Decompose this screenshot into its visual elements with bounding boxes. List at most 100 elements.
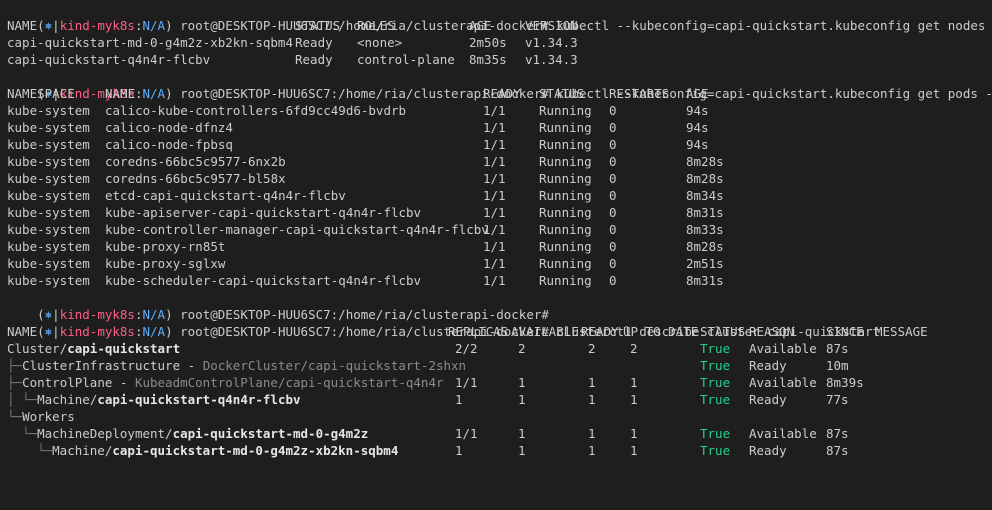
ready-cell: 1 (588, 426, 596, 441)
prompt-close: ) (165, 18, 173, 33)
pod-age: 8m28s (686, 154, 724, 169)
available-cell: 2 (518, 341, 526, 356)
available-cell: 1 (518, 392, 526, 407)
uptodate-cell: 1 (630, 426, 638, 441)
prompt-context: kind-myk8s (59, 18, 135, 33)
pod-name: calico-node-fpbsq (105, 137, 233, 152)
terminal-window[interactable]: (⎈|kind-myk8s:N/A) root@DESKTOP-HUU6SC7:… (0, 0, 992, 462)
pod-name: kube-proxy-sglxw (105, 256, 226, 271)
pod-ready: 1/1 (483, 188, 506, 203)
pod-age: 8m34s (686, 188, 724, 203)
pod-age: 8m28s (686, 171, 724, 186)
prompt-line: (⎈|kind-myk8s:N/A) root@DESKTOP-HUU6SC7:… (7, 306, 880, 339)
pod-status: Running (539, 222, 592, 237)
reason-cell: Available (749, 375, 817, 390)
tree-connector: └─ (7, 426, 38, 441)
pod-namespace: kube-system (7, 256, 90, 271)
col-header: ROLES (357, 18, 395, 33)
since-cell: 87s (826, 443, 849, 458)
resource-name-cell: │ └─Machine/capi-quickstart-q4n4r-flcbv (7, 391, 301, 408)
pod-status: Running (539, 188, 592, 203)
since-cell: 10m (826, 358, 849, 373)
prompt-namespace: N/A (142, 324, 166, 339)
pod-ready: 1/1 (483, 222, 506, 237)
reason-cell: Ready (749, 443, 787, 458)
ready-cell: 1 (588, 443, 596, 458)
pod-ready: 1/1 (483, 137, 506, 152)
table-row: capi-quickstart-q4n4r-flcbv Ready contro… (7, 51, 578, 68)
resource-name: capi-quickstart-md-0-g4m2z (172, 426, 369, 441)
pod-restarts: 0 (609, 137, 617, 152)
col-header: READY (581, 324, 619, 339)
resource-name-cell: └─MachineDeployment/capi-quickstart-md-0… (7, 425, 368, 442)
node-status: Ready (295, 52, 333, 67)
replicas-cell: 1 (455, 443, 463, 458)
resource-name-cell: Cluster/capi-quickstart (7, 340, 180, 357)
resource-kind: Workers (22, 409, 75, 424)
prompt-sep: | (52, 18, 60, 33)
resource-kind: MachineDeployment/ (37, 426, 173, 441)
pod-status: Running (539, 154, 592, 169)
col-header: NAME (7, 18, 38, 33)
ready-cell: 1 (588, 392, 596, 407)
pod-status: Running (539, 256, 592, 271)
pod-age: 94s (686, 103, 709, 118)
pod-status: Running (539, 239, 592, 254)
pod-ready: 1/1 (483, 120, 506, 135)
col-header: STATUS (700, 324, 746, 339)
prompt-colon: : (134, 86, 143, 101)
replicas-cell: 1/1 (455, 426, 478, 441)
pod-namespace: kube-system (7, 205, 90, 220)
tree-connector: └─ (7, 409, 23, 424)
reason-cell: Available (749, 426, 817, 441)
pod-name: calico-node-dfnz4 (105, 120, 233, 135)
resource-kind: Machine/ (52, 443, 113, 458)
resource-name: KubeadmControlPlane/capi-quickstart-q4n4… (134, 375, 444, 390)
pod-restarts: 0 (609, 188, 617, 203)
resource-name: capi-quickstart (67, 341, 181, 356)
pod-restarts: 0 (609, 103, 617, 118)
node-version: v1.34.3 (525, 35, 578, 50)
node-version: v1.34.3 (525, 52, 578, 67)
pod-name: kube-scheduler-capi-quickstart-q4n4r-flc… (105, 273, 422, 288)
col-header: SINCE (826, 324, 864, 339)
resource-name: capi-quickstart-md-0-g4m2z-xb2kn-sqbm4 (112, 443, 399, 458)
pod-namespace: kube-system (7, 120, 90, 135)
resource-kind: ControlPlane - (22, 375, 135, 390)
node-name: capi-quickstart-q4n4r-flcbv (7, 52, 211, 67)
cluster-header: NAME REPLICAS AVAILABLE READY UP TO DATE… (7, 323, 928, 340)
resource-kind: Cluster/ (7, 341, 68, 356)
nodes-header: NAME STATUS ROLES AGE VERSION (7, 17, 578, 34)
uptodate-cell: 2 (630, 341, 638, 356)
prompt-line: (⎈|kind-myk8s:N/A) root@DESKTOP-HUU6SC7:… (7, 289, 549, 322)
status-cell: True (700, 375, 731, 390)
col-header: READY (483, 86, 521, 101)
uptodate-cell: 1 (630, 443, 638, 458)
resource-kind: Machine/ (37, 392, 98, 407)
prompt-close: ) (165, 324, 173, 339)
col-header: AGE (469, 18, 492, 33)
pod-status: Running (539, 205, 592, 220)
tree-connector: └─ (7, 443, 53, 458)
status-cell: True (700, 443, 731, 458)
col-header: AVAILABLE (511, 324, 579, 339)
prompt-sep: | (52, 324, 60, 339)
prompt-open: ( (37, 324, 45, 339)
reason-cell: Ready (749, 358, 787, 373)
pod-status: Running (539, 137, 592, 152)
since-cell: 87s (826, 426, 849, 441)
pod-name: kube-controller-manager-capi-quickstart-… (105, 222, 489, 237)
prompt-line: (⎈|kind-myk8s:N/A) root@DESKTOP-HUU6SC7:… (7, 68, 992, 101)
pod-name: coredns-66bc5c9577-bl58x (105, 171, 286, 186)
tree-connector: │ └─ (7, 392, 38, 407)
tree-connector: ├─ (7, 375, 23, 390)
replicas-cell: 2/2 (455, 341, 478, 356)
col-header: REPLICAS (448, 324, 509, 339)
uptodate-cell: 1 (630, 375, 638, 390)
since-cell: 87s (826, 341, 849, 356)
available-cell: 1 (518, 443, 526, 458)
pod-status: Running (539, 103, 592, 118)
node-age: 2m50s (469, 35, 507, 50)
replicas-cell: 1/1 (455, 375, 478, 390)
prompt-context: kind-myk8s (59, 324, 135, 339)
